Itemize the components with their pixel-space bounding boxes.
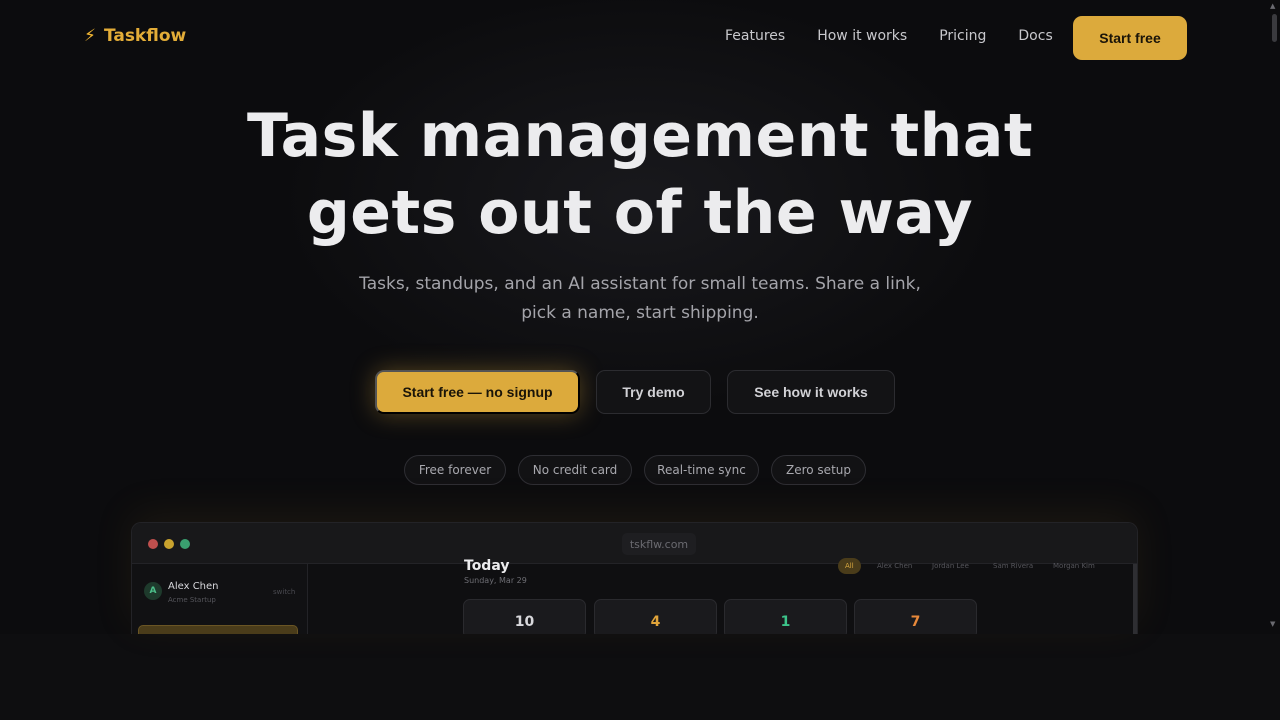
hero-subtitle-line-1: Tasks, standups, and an AI assistant for… [359,274,921,294]
window-close-dot [148,539,158,549]
pill-zero-setup: Zero setup [771,455,866,485]
hero-cta-row: Start free — no signup Try demo See how … [0,370,1280,414]
stat-value: 7 [910,614,921,630]
hero-title-line-2: gets out of the way [306,178,974,248]
stat-card: 7 [854,599,977,634]
pill-free-forever: Free forever [404,455,506,485]
today-date: Sunday, Mar 29 [464,576,527,585]
nav-link-how-it-works[interactable]: How it works [817,28,907,44]
stat-value: 4 [650,614,661,630]
scroll-up-arrow-icon[interactable]: ▲ [1270,2,1275,10]
nav-links: Features How it works Pricing Docs [725,28,1085,44]
preview-sidebar: A Alex Chen Acme Startup switch [132,564,308,634]
window-minimize-dot [164,539,174,549]
page-scrollbar[interactable]: ▲ ▼ [1268,0,1280,634]
top-nav: ⚡ Taskflow Features How it works Pricing… [0,0,1280,76]
preview-main-area: Today Sunday, Mar 29 All Alex Chen Jorda… [308,558,1137,634]
window-maximize-dot [180,539,190,549]
workspace-org-name: Acme Startup [168,596,216,604]
preview-titlebar: tskflw.com [132,523,1137,564]
stat-value: 1 [780,614,791,630]
brand-logo[interactable]: ⚡ Taskflow [84,26,186,46]
start-free-no-signup-button[interactable]: Start free — no signup [375,370,580,414]
see-how-it-works-button[interactable]: See how it works [727,370,895,414]
filter-all: All [838,558,861,574]
workspace-switch-link: switch [273,588,296,596]
stat-value: 10 [514,614,535,630]
preview-scrollbar [1133,564,1137,634]
hero-subtitle: Tasks, standups, and an AI assistant for… [340,270,940,328]
feature-pills: Free forever No credit card Real-time sy… [0,455,1280,485]
stat-card: 4 [594,599,717,634]
nav-link-docs[interactable]: Docs [1018,28,1052,44]
lightning-bolt-icon: ⚡ [84,26,96,46]
today-heading: Today [464,558,510,574]
workspace-switcher: A Alex Chen Acme Startup switch [136,572,306,608]
workspace-user-name: Alex Chen [168,581,219,592]
pill-no-credit-card: No credit card [518,455,632,485]
pill-real-time-sync: Real-time sync [644,455,759,485]
filter-morgan-kim: Morgan Kim [1053,562,1095,570]
hero-title: Task management that gets out of the way [0,98,1280,252]
preview-url: tskflw.com [622,533,696,555]
filter-alex-chen: Alex Chen [877,562,913,570]
nav-start-free-button[interactable]: Start free [1073,16,1187,60]
scroll-down-arrow-icon[interactable]: ▼ [1270,620,1275,628]
try-demo-button[interactable]: Try demo [596,370,711,414]
nav-link-features[interactable]: Features [725,28,785,44]
sidebar-active-item [138,625,298,634]
filter-jordan-lee: Jordan Lee [932,562,969,570]
scrollbar-thumb[interactable] [1272,14,1277,42]
page-bottom-strip [0,634,1280,720]
hero-title-line-1: Task management that [246,101,1034,171]
filter-sam-rivera: Sam Rivera [993,562,1034,570]
app-preview-window: tskflw.com A Alex Chen Acme Startup swit… [131,522,1138,634]
brand-name: Taskflow [103,26,187,46]
stat-card: 1 [724,599,847,634]
hero-subtitle-line-2: pick a name, start shipping. [521,303,759,323]
nav-link-pricing[interactable]: Pricing [939,28,986,44]
stat-card: 10 [463,599,586,634]
avatar: A [144,582,162,600]
